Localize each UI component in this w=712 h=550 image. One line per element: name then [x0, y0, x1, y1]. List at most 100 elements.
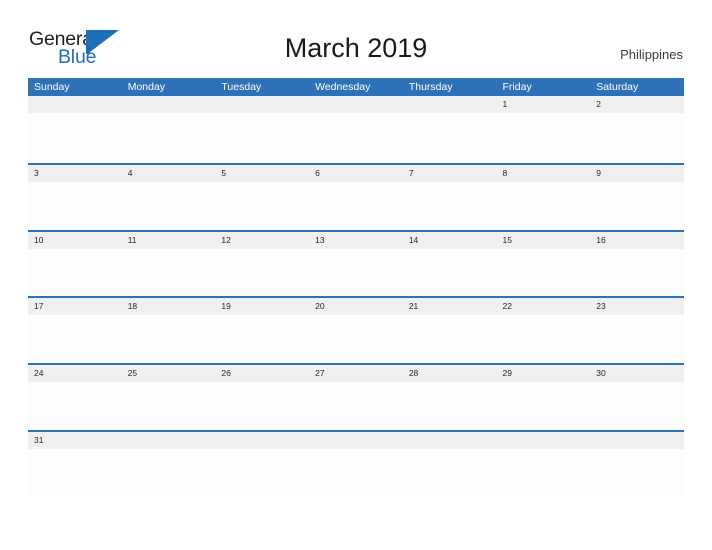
day-note-cell[interactable] — [497, 113, 591, 161]
day-note-cell[interactable] — [122, 382, 216, 430]
day-note-cell[interactable] — [309, 113, 403, 161]
day-number[interactable]: 22 — [497, 298, 591, 315]
day-number[interactable]: 10 — [28, 232, 122, 249]
day-note-cell[interactable] — [590, 113, 684, 161]
day-number[interactable] — [122, 96, 216, 113]
day-number[interactable]: 3 — [28, 165, 122, 182]
day-number[interactable]: 23 — [590, 298, 684, 315]
day-number[interactable]: 9 — [590, 165, 684, 182]
day-note-cell[interactable] — [403, 382, 497, 430]
day-number[interactable] — [28, 96, 122, 113]
weekday-header-sunday: Sunday — [34, 81, 70, 93]
calendar-week-row: 24 25 26 27 28 29 30 — [28, 363, 684, 430]
day-number[interactable]: 24 — [28, 365, 122, 382]
week-note-area — [28, 113, 684, 161]
day-note-cell[interactable] — [215, 315, 309, 363]
day-number[interactable] — [403, 96, 497, 113]
weekday-header-row: Sunday Monday Tuesday Wednesday Thursday… — [28, 78, 684, 96]
day-note-cell[interactable] — [215, 182, 309, 230]
day-note-cell[interactable] — [122, 249, 216, 297]
day-note-cell[interactable] — [309, 315, 403, 363]
day-number[interactable]: 2 — [590, 96, 684, 113]
day-number[interactable]: 20 — [309, 298, 403, 315]
day-note-cell[interactable] — [28, 113, 122, 161]
day-number[interactable]: 25 — [122, 365, 216, 382]
day-note-cell[interactable] — [590, 382, 684, 430]
day-note-cell[interactable] — [403, 315, 497, 363]
day-number[interactable]: 7 — [403, 165, 497, 182]
day-note-cell[interactable] — [403, 249, 497, 297]
day-note-cell[interactable] — [403, 182, 497, 230]
page-title: March 2019 — [284, 33, 428, 63]
day-number[interactable] — [309, 432, 403, 449]
day-note-cell[interactable] — [590, 449, 684, 497]
day-number[interactable]: 18 — [122, 298, 216, 315]
day-note-cell[interactable] — [215, 449, 309, 497]
day-number[interactable] — [497, 432, 591, 449]
day-number[interactable]: 29 — [497, 365, 591, 382]
day-number[interactable]: 14 — [403, 232, 497, 249]
day-number[interactable]: 5 — [215, 165, 309, 182]
day-note-cell[interactable] — [215, 249, 309, 297]
day-note-cell[interactable] — [122, 449, 216, 497]
day-note-cell[interactable] — [28, 382, 122, 430]
week-note-area — [28, 181, 684, 230]
day-number[interactable]: 12 — [215, 232, 309, 249]
day-number[interactable]: 21 — [403, 298, 497, 315]
calendar-week-list: 1 2 3 4 5 6 7 8 9 10 11 12 13 14 15 16 1… — [28, 96, 684, 497]
day-number[interactable]: 27 — [309, 365, 403, 382]
day-number[interactable]: 8 — [497, 165, 591, 182]
day-note-cell[interactable] — [497, 382, 591, 430]
day-number[interactable]: 4 — [122, 165, 216, 182]
day-note-cell[interactable] — [28, 315, 122, 363]
day-note-cell[interactable] — [309, 449, 403, 497]
day-note-cell[interactable] — [28, 182, 122, 230]
day-note-cell[interactable] — [309, 382, 403, 430]
day-number[interactable]: 6 — [309, 165, 403, 182]
day-note-cell[interactable] — [590, 315, 684, 363]
day-note-cell[interactable] — [215, 113, 309, 161]
week-daynumber-band: 17 18 19 20 21 22 23 — [28, 298, 684, 316]
day-number[interactable]: 17 — [28, 298, 122, 315]
day-number[interactable]: 30 — [590, 365, 684, 382]
day-note-cell[interactable] — [309, 182, 403, 230]
day-number[interactable]: 1 — [497, 96, 591, 113]
day-note-cell[interactable] — [590, 249, 684, 297]
day-note-cell[interactable] — [28, 449, 122, 497]
day-note-cell[interactable] — [403, 113, 497, 161]
day-number[interactable]: 19 — [215, 298, 309, 315]
day-note-cell[interactable] — [122, 315, 216, 363]
day-number[interactable] — [309, 96, 403, 113]
day-number[interactable] — [403, 432, 497, 449]
day-note-cell[interactable] — [28, 249, 122, 297]
day-number[interactable]: 15 — [497, 232, 591, 249]
day-number[interactable]: 13 — [309, 232, 403, 249]
day-note-cell[interactable] — [497, 449, 591, 497]
day-note-cell[interactable] — [497, 315, 591, 363]
day-note-cell[interactable] — [122, 182, 216, 230]
calendar-week-row: 1 2 — [28, 96, 684, 163]
weekday-header-thursday: Thursday — [408, 81, 453, 93]
day-note-cell[interactable] — [590, 182, 684, 230]
day-number[interactable]: 16 — [590, 232, 684, 249]
day-note-cell[interactable] — [309, 249, 403, 297]
day-number[interactable]: 26 — [215, 365, 309, 382]
day-note-cell[interactable] — [497, 249, 591, 297]
weekday-header-saturday: Saturday — [596, 81, 639, 93]
day-note-cell[interactable] — [403, 449, 497, 497]
day-number[interactable] — [122, 432, 216, 449]
day-note-cell[interactable] — [122, 113, 216, 161]
week-daynumber-band: 24 25 26 27 28 29 30 — [28, 365, 684, 383]
day-number[interactable]: 28 — [403, 365, 497, 382]
day-note-cell[interactable] — [215, 382, 309, 430]
weekday-header-tuesday: Tuesday — [221, 81, 262, 93]
day-note-cell[interactable] — [497, 182, 591, 230]
day-number[interactable] — [215, 432, 309, 449]
week-daynumber-band: 3 4 5 6 7 8 9 — [28, 164, 684, 182]
day-number[interactable] — [590, 432, 684, 449]
day-number[interactable] — [215, 96, 309, 113]
week-note-area — [28, 248, 684, 297]
weekday-header-monday: Monday — [127, 81, 166, 93]
day-number[interactable]: 31 — [28, 432, 122, 449]
day-number[interactable]: 11 — [122, 232, 216, 249]
